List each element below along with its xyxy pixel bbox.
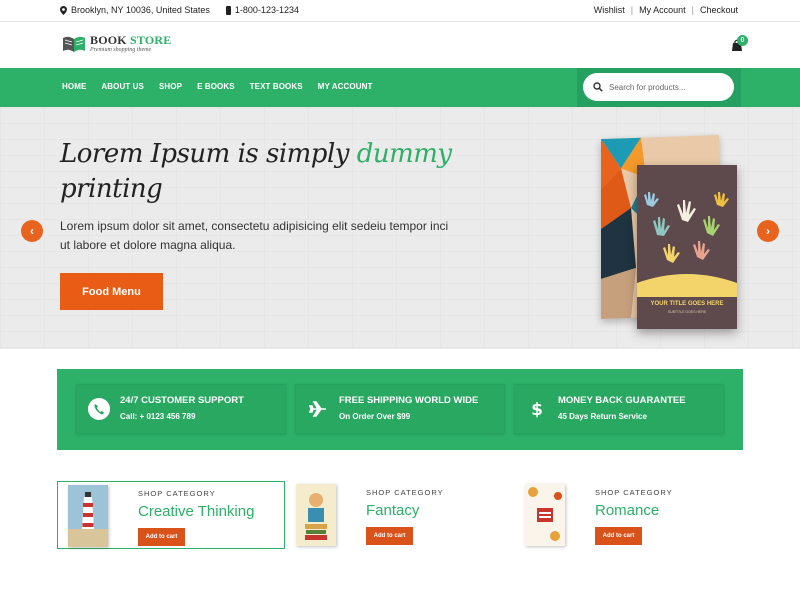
hero-heading-part1: Lorem Ipsum is simply — [60, 139, 357, 169]
slider-prev-arrow-icon[interactable]: ‹ — [21, 220, 43, 242]
account-links: Wishlist | My Account | Checkout — [594, 5, 738, 15]
my-account-link[interactable]: My Account — [639, 5, 686, 15]
book-mockup-front: YOUR TITLE GOES HERE SUBTITLE GOES HERE — [637, 165, 737, 329]
dollar-icon: $ — [531, 400, 543, 420]
search-icon[interactable] — [593, 82, 603, 92]
slider-next-arrow-icon[interactable]: › — [757, 220, 779, 242]
open-book-icon — [63, 36, 85, 52]
top-bar: Brooklyn, NY 10036, United States 1-800-… — [0, 0, 800, 22]
main-navigation: HOME ABOUT US SHOP E BOOKS TEXT BOOKS MY… — [0, 68, 800, 107]
hero-description: Lorem ipsum dolor sit amet, consectetu a… — [60, 219, 449, 252]
hero-heading: Lorem Ipsum is simply dummy printing — [60, 137, 460, 207]
category-label: SHOP CATEGORY — [595, 488, 673, 497]
location-pin-icon — [60, 5, 67, 15]
site-logo[interactable]: BOOK STORE Premium shopping theme — [62, 34, 171, 53]
hero-heading-part2: printing — [60, 174, 163, 205]
category-label: SHOP CATEGORY — [138, 489, 216, 498]
contact-info: Brooklyn, NY 10036, United States 1-800-… — [60, 5, 299, 15]
feature-subtitle: 45 Days Return Service — [558, 412, 647, 421]
add-to-cart-button[interactable]: Add to cart — [595, 527, 642, 545]
category-name[interactable]: Creative Thinking — [138, 503, 254, 520]
romance-book-cover — [525, 484, 565, 546]
nav-item-text-books[interactable]: TEXT BOOKS — [250, 82, 303, 91]
phone-number: 1-800-123-1234 — [234, 5, 299, 15]
site-header: BOOK STORE Premium shopping theme 0 — [0, 22, 800, 68]
nav-item-about-us[interactable]: ABOUT US — [101, 82, 144, 91]
category-card-creative-thinking[interactable]: SHOP CATEGORY Creative Thinking Add to c… — [57, 481, 285, 549]
category-name[interactable]: Romance — [595, 502, 659, 519]
nav-item-shop[interactable]: SHOP — [159, 82, 182, 91]
add-to-cart-button[interactable]: Add to cart — [138, 528, 185, 546]
phone-icon — [88, 398, 110, 420]
book-title: YOUR TITLE GOES HERE — [650, 301, 724, 307]
nav-item-home[interactable]: HOME — [62, 82, 86, 91]
cart-count-badge: 0 — [737, 35, 748, 46]
nav-item-my-account[interactable]: MY ACCOUNT — [318, 82, 373, 91]
svg-text:$: $ — [531, 400, 543, 420]
feature-customer-support: 24/7 CUSTOMER SUPPORT Call: + 0123 456 7… — [76, 384, 286, 434]
search-box — [583, 73, 734, 101]
category-label: SHOP CATEGORY — [366, 488, 444, 497]
feature-title: 24/7 CUSTOMER SUPPORT — [120, 395, 244, 406]
nav-menu: HOME ABOUT US SHOP E BOOKS TEXT BOOKS MY… — [62, 82, 387, 91]
category-card-fantacy[interactable]: SHOP CATEGORY Fantacy Add to cart — [286, 481, 514, 549]
food-menu-button[interactable]: Food Menu — [60, 273, 163, 310]
checkout-link[interactable]: Checkout — [700, 5, 738, 15]
category-name[interactable]: Fantacy — [366, 502, 419, 519]
phone-icon — [225, 5, 231, 15]
features-strip: 24/7 CUSTOMER SUPPORT Call: + 0123 456 7… — [57, 369, 743, 450]
address-text: Brooklyn, NY 10036, United States — [71, 5, 210, 15]
feature-free-shipping: FREE SHIPPING WORLD WIDE On Order Over $… — [295, 384, 505, 434]
category-card-romance[interactable]: SHOP CATEGORY Romance Add to cart — [515, 481, 743, 549]
divider: | — [691, 5, 694, 15]
feature-money-back: $ MONEY BACK GUARANTEE 45 Days Return Se… — [514, 384, 724, 434]
feature-subtitle: On Order Over $99 — [339, 412, 411, 421]
logo-title-book: BOOK — [90, 33, 127, 47]
feature-title: MONEY BACK GUARANTEE — [558, 395, 686, 406]
logo-title-store: STORE — [130, 33, 172, 47]
wishlist-link[interactable]: Wishlist — [594, 5, 625, 15]
hero-heading-highlight: dummy — [356, 139, 452, 169]
feature-subtitle: Call: + 0123 456 789 — [120, 412, 196, 421]
search-input[interactable] — [609, 82, 719, 92]
fantasy-book-cover — [296, 484, 336, 546]
logo-tagline: Premium shopping theme — [90, 47, 152, 53]
divider: | — [630, 5, 634, 15]
feature-title: FREE SHIPPING WORLD WIDE — [339, 395, 479, 406]
book-subtitle: SUBTITLE GOES HERE — [667, 310, 707, 314]
plane-icon — [308, 401, 326, 417]
nav-item-e-books[interactable]: E BOOKS — [197, 82, 235, 91]
lighthouse-book-cover — [68, 485, 108, 547]
add-to-cart-button[interactable]: Add to cart — [366, 527, 413, 545]
hero-slider: Lorem Ipsum is simply dummy printing Lore… — [0, 107, 800, 349]
